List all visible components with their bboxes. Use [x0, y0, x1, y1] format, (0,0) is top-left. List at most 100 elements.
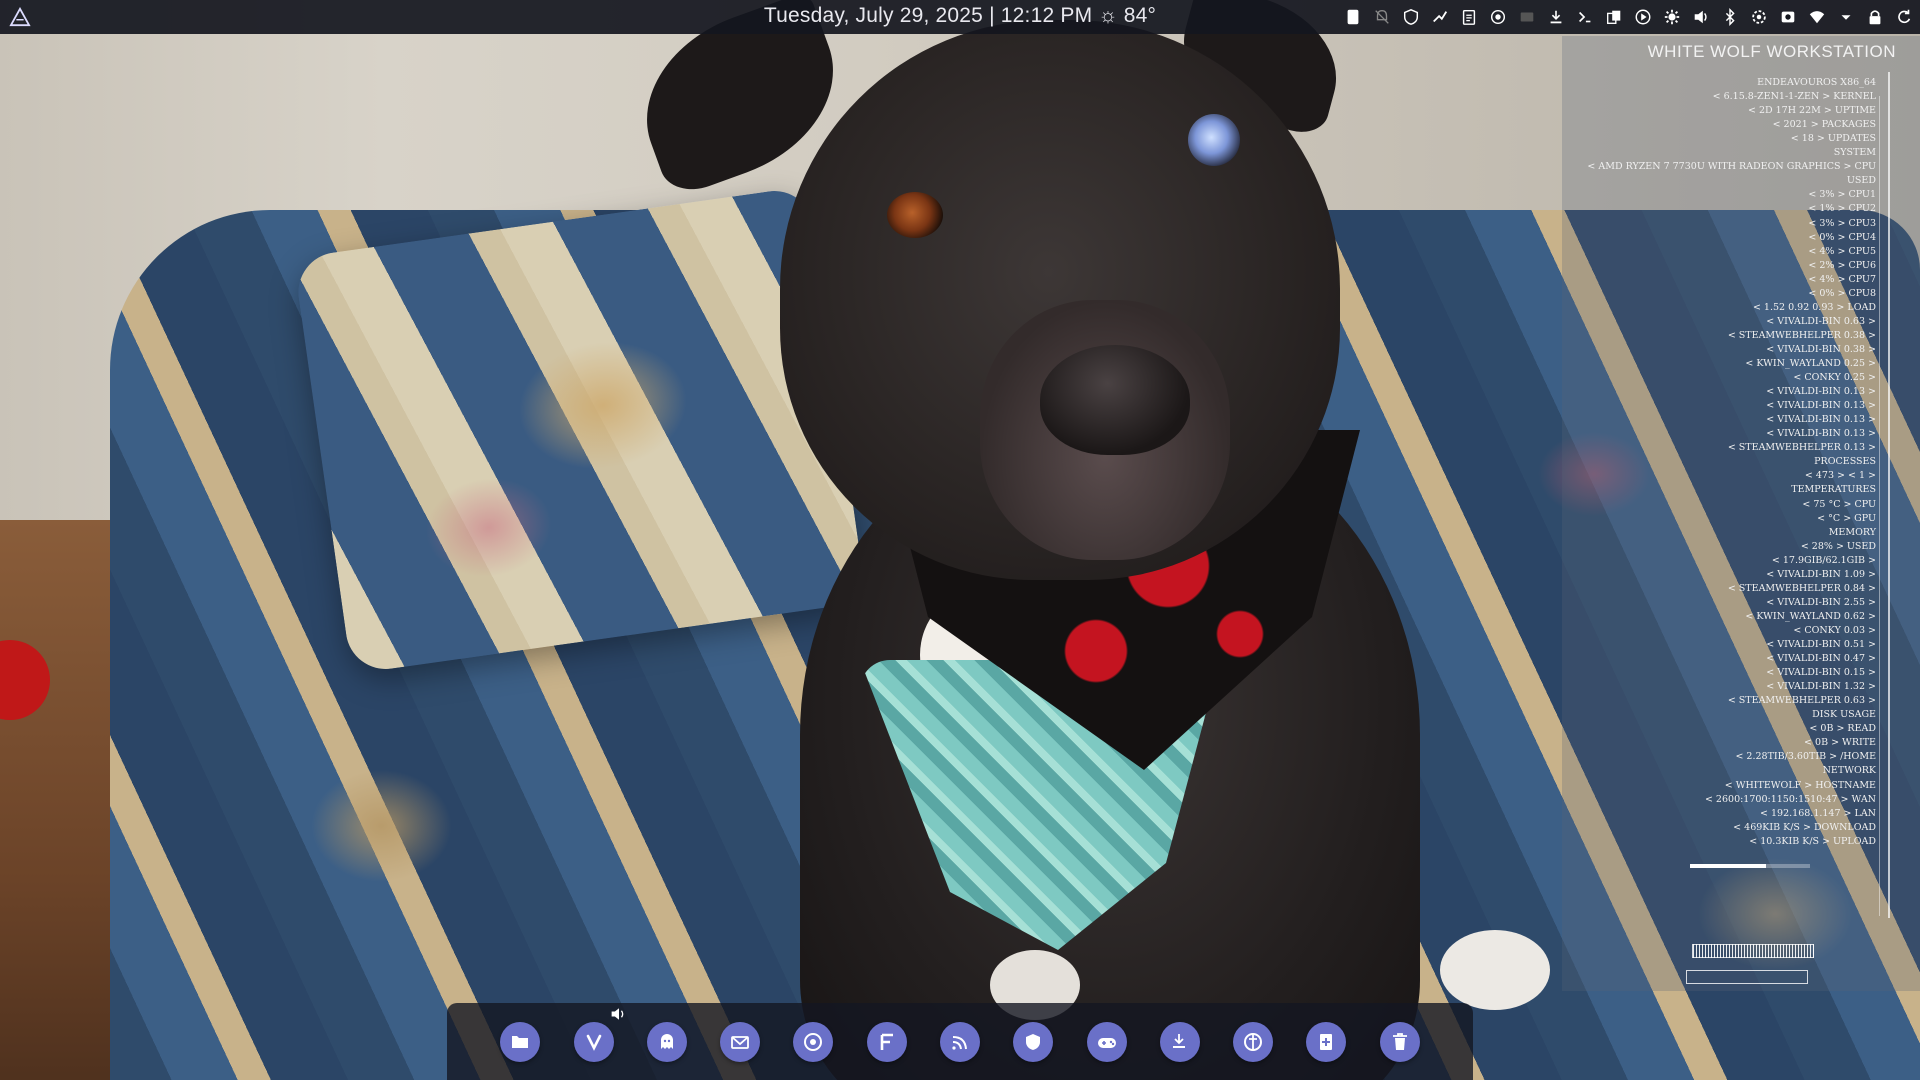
- font-launcher[interactable]: [866, 1021, 907, 1062]
- conky-line: SYSTEM: [1833, 147, 1876, 159]
- shield-icon[interactable]: [1401, 7, 1421, 27]
- vivaldi-icon: [586, 1034, 601, 1051]
- signal-icon[interactable]: [1430, 7, 1450, 27]
- files-icon: [512, 1035, 529, 1048]
- conky-line: < VIVALDI-BIN 0.38 >: [1766, 343, 1876, 355]
- screenshot-icon[interactable]: [1778, 7, 1798, 27]
- download-icon[interactable]: [1546, 7, 1566, 27]
- mail-launcher[interactable]: [720, 1021, 761, 1062]
- conky-line: TEMPERATURES: [1791, 484, 1876, 496]
- settings-icon[interactable]: [1749, 7, 1769, 27]
- conky-line: < 28% > USED: [1800, 540, 1876, 552]
- theme-launcher[interactable]: [1233, 1021, 1274, 1062]
- trash-icon: [1392, 1032, 1407, 1050]
- volume-icon[interactable]: [1691, 7, 1711, 27]
- files-launcher[interactable]: [500, 1021, 541, 1062]
- font-icon: [880, 1033, 893, 1050]
- conky-line: < KWIN_WAYLAND 0.25 >: [1745, 358, 1876, 369]
- obs-launcher[interactable]: [793, 1021, 834, 1062]
- conky-line: < 3% > CPU1: [1808, 189, 1876, 201]
- conky-line: < 4% > CPU7: [1808, 273, 1876, 285]
- disk-home-bar: [1690, 864, 1766, 868]
- conky-line: < 10.3KIB K/S > UPLOAD: [1749, 835, 1876, 847]
- dog-paw-right: [1440, 930, 1550, 1010]
- conky-line: < KWIN_WAYLAND 0.62 >: [1745, 610, 1876, 622]
- mail-icon: [731, 1035, 750, 1049]
- download-icon: [1172, 1033, 1185, 1048]
- conky-line: < 1.52 0.92 0.93 > LOAD: [1752, 301, 1876, 313]
- download-launcher[interactable]: [1159, 1021, 1200, 1062]
- shield-crest-launcher[interactable]: [1013, 1021, 1054, 1062]
- media-play-icon[interactable]: [1633, 7, 1653, 27]
- notepad-icon[interactable]: [1343, 7, 1363, 27]
- chevron-down-icon[interactable]: [1836, 7, 1856, 27]
- conky-line: < STEAMWEBHELPER 0.84 >: [1727, 582, 1876, 594]
- conky-line: < 75 °C > CPU: [1802, 498, 1876, 510]
- conky-line: < STEAMWEBHELPER 0.63 >: [1727, 695, 1876, 707]
- conky-line: < 6.15.8-ZEN1-1-ZEN > KERNEL: [1712, 91, 1876, 103]
- window-icon[interactable]: [1517, 7, 1537, 27]
- conky-line: < AMD RYZEN 7 7730U WITH RADEON GRAPHICS…: [1587, 161, 1876, 173]
- conky-panel: WHITE WOLF WORKSTATION ENDEAVOUROS X86_6…: [1562, 36, 1920, 991]
- conky-line: < 18 > UPDATES: [1790, 133, 1876, 145]
- conky-line: < 469KIB K/S > DOWNLOAD: [1733, 821, 1876, 833]
- conky-line: < STEAMWEBHELPER 0.38 >: [1727, 329, 1876, 341]
- notifications-off-icon[interactable]: [1372, 7, 1392, 27]
- dog-eye-left: [887, 192, 943, 238]
- conky-line: < STEAMWEBHELPER 0.13 >: [1727, 442, 1876, 454]
- conky-line: < 2021 > PACKAGES: [1772, 119, 1876, 131]
- plus-doc-icon: [1320, 1033, 1333, 1050]
- gamepad-icon: [1097, 1037, 1116, 1048]
- wifi-icon[interactable]: [1807, 7, 1827, 27]
- conky-line: < 3% > CPU3: [1808, 217, 1876, 229]
- conky-line: < VIVALDI-BIN 0.13 >: [1766, 386, 1876, 398]
- plus-doc-launcher[interactable]: [1306, 1021, 1347, 1062]
- conky-line: < WHITEWOLF > HOSTNAME: [1724, 779, 1876, 791]
- dog-nose: [1040, 345, 1190, 455]
- gear-icon[interactable]: [1662, 7, 1682, 27]
- top-panel: Tuesday, July 29, 2025 | 12:12 PM ☼ 84°: [0, 0, 1920, 34]
- gamepad-launcher[interactable]: [1086, 1021, 1127, 1062]
- ghost-icon: [660, 1033, 673, 1049]
- conky-line: < 192.168.1.147 > LAN: [1760, 807, 1876, 819]
- clipboard-icon[interactable]: [1459, 7, 1479, 27]
- conky-line: < 4% > CPU5: [1808, 245, 1876, 257]
- trash-launcher[interactable]: [1379, 1021, 1420, 1062]
- refresh-icon[interactable]: [1894, 7, 1914, 27]
- ghost-launcher[interactable]: [646, 1021, 687, 1062]
- conky-line: < 473 > < 1 >: [1804, 470, 1876, 482]
- conky-line: < VIVALDI-BIN 1.32 >: [1766, 681, 1876, 693]
- conky-line: PROCESSES: [1814, 456, 1876, 468]
- conky-line: < CONKY 0.25 >: [1793, 372, 1876, 384]
- conky-line: < VIVALDI-BIN 0.51 >: [1766, 639, 1876, 650]
- conky-line: NETWORK: [1822, 765, 1876, 777]
- conky-line: < 0B > WRITE: [1804, 737, 1876, 749]
- conky-line: < 2.28TIB/3.60TIB > /HOME: [1735, 751, 1876, 763]
- dog-eye-right: [1188, 114, 1240, 166]
- conky-line: < VIVALDI-BIN 0.13 >: [1766, 414, 1876, 426]
- download-graph: [1692, 944, 1814, 958]
- feed-launcher[interactable]: [939, 1021, 980, 1062]
- lock-icon[interactable]: [1865, 7, 1885, 27]
- conky-line: < VIVALDI-BIN 0.13 >: [1766, 400, 1876, 412]
- vpn-icon[interactable]: [1488, 7, 1508, 27]
- conky-line: < VIVALDI-BIN 2.55 >: [1766, 596, 1876, 608]
- obs-icon: [804, 1032, 823, 1051]
- theme-icon: [1244, 1032, 1263, 1051]
- conky-line: < 2600:1700:1150:1510:47 > WAN: [1704, 793, 1876, 805]
- conky-line: < CONKY 0.03 >: [1793, 624, 1876, 636]
- dock: [447, 1003, 1473, 1080]
- conky-line: < VIVALDI-BIN 0.63 >: [1766, 315, 1876, 327]
- conky-rail: [1888, 72, 1890, 918]
- conky-title: WHITE WOLF WORKSTATION: [1647, 42, 1896, 61]
- bluetooth-icon[interactable]: [1720, 7, 1740, 27]
- conky-line: < VIVALDI-BIN 0.47 >: [1766, 653, 1876, 665]
- conky-line: < 0% > CPU4: [1808, 231, 1876, 243]
- terminal-icon[interactable]: [1575, 7, 1595, 27]
- vivaldi-launcher[interactable]: [573, 1021, 614, 1062]
- copy-icon[interactable]: [1604, 7, 1624, 27]
- conky-line: DISK USAGE: [1812, 709, 1876, 721]
- feed-icon: [952, 1035, 967, 1050]
- conky-line: USED: [1846, 175, 1876, 187]
- conky-line: < 2% > CPU6: [1808, 259, 1876, 271]
